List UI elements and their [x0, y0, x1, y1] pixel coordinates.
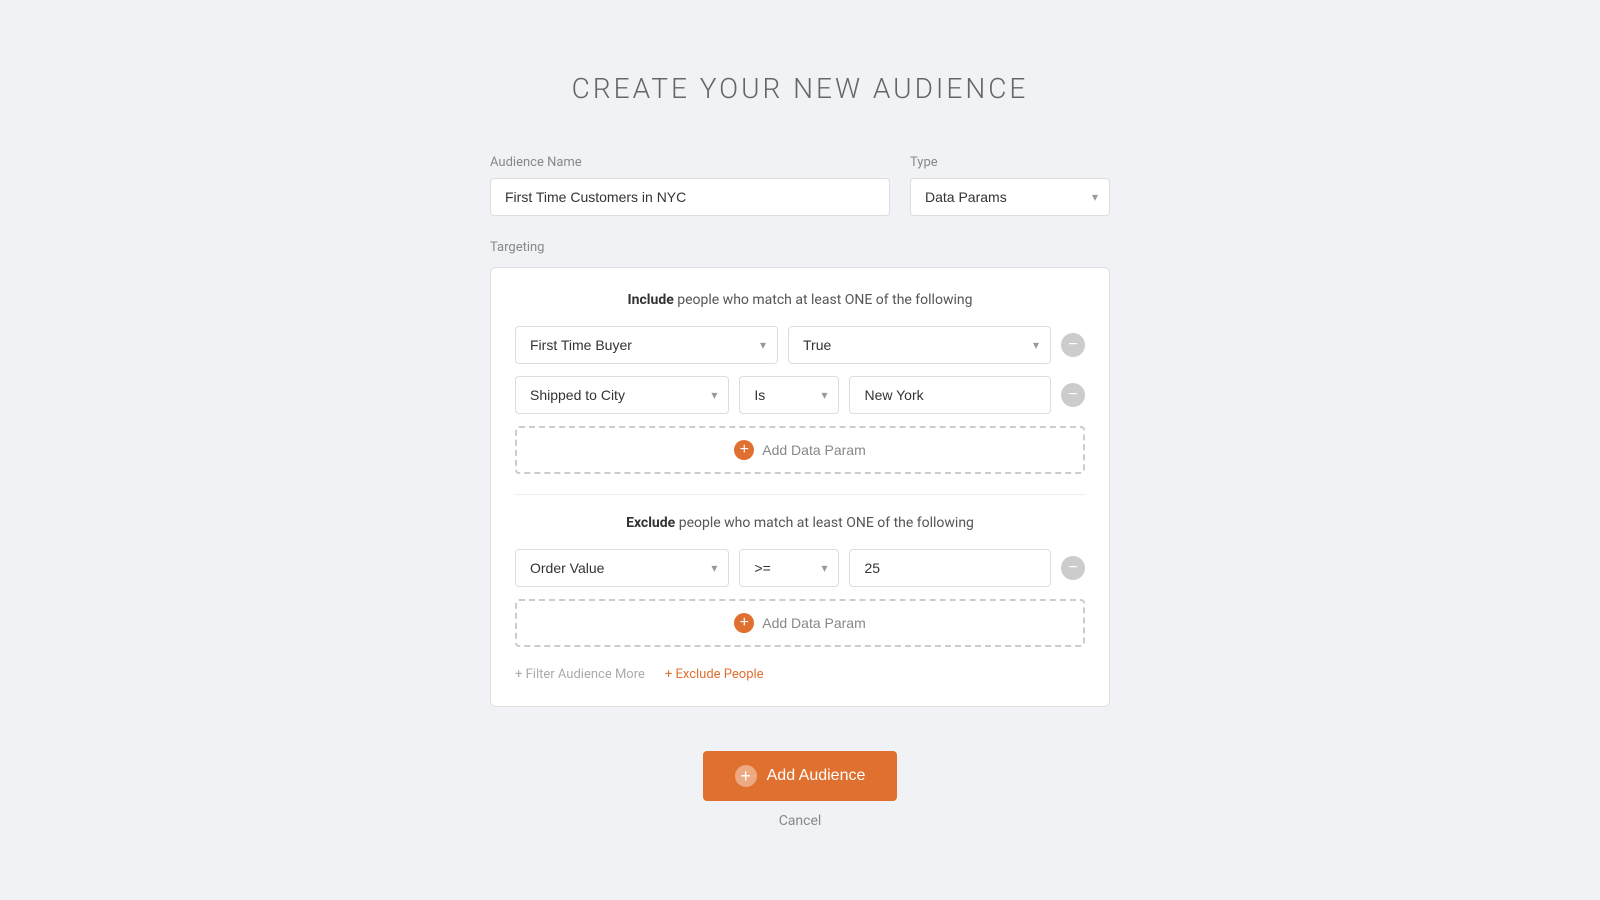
- targeting-section: Targeting Include people who match at le…: [490, 240, 1110, 707]
- exclude-people-link[interactable]: + Exclude People: [665, 667, 764, 682]
- page-container: CREATE YOUR NEW AUDIENCE Audience Name T…: [0, 12, 1600, 889]
- section-divider: [515, 494, 1085, 495]
- audience-name-label: Audience Name: [490, 155, 890, 170]
- include-row2-operator-wrapper: Is Is Not Contains ▾: [739, 376, 839, 414]
- include-row2-minus-icon: −: [1068, 387, 1077, 403]
- exclude-row1-value-input[interactable]: [849, 549, 1051, 587]
- exclude-row1-param-select[interactable]: Order Value First Time Buyer Shipped to …: [515, 549, 729, 587]
- include-row2-operator-select[interactable]: Is Is Not Contains: [739, 376, 839, 414]
- type-select[interactable]: Data Params Static List Dynamic: [910, 178, 1110, 216]
- type-label: Type: [910, 155, 1110, 170]
- name-type-row: Audience Name Type Data Params Static Li…: [490, 155, 1110, 216]
- filter-audience-more-link[interactable]: + Filter Audience More: [515, 667, 645, 682]
- form-container: Audience Name Type Data Params Static Li…: [490, 155, 1110, 829]
- type-group: Type Data Params Static List Dynamic ▾: [910, 155, 1110, 216]
- include-row2-param-select[interactable]: Shipped to City First Time Buyer Order V…: [515, 376, 729, 414]
- include-row1-operator-select[interactable]: True False: [788, 326, 1051, 364]
- include-row1-param-wrapper: First Time Buyer Shipped to City Order V…: [515, 326, 778, 364]
- include-section: Include people who match at least ONE of…: [515, 292, 1085, 474]
- include-row1-minus-icon: −: [1068, 337, 1077, 353]
- include-bold: Include: [628, 292, 674, 308]
- exclude-row-1: Order Value First Time Buyer Shipped to …: [515, 549, 1085, 587]
- include-row1-operator-wrapper: True False ▾: [788, 326, 1051, 364]
- include-row-2: Shipped to City First Time Buyer Order V…: [515, 376, 1085, 414]
- include-row2-value-input[interactable]: [849, 376, 1051, 414]
- exclude-bold: Exclude: [626, 515, 675, 531]
- cancel-link[interactable]: Cancel: [779, 813, 822, 829]
- targeting-box: Include people who match at least ONE of…: [490, 267, 1110, 707]
- include-add-param-button[interactable]: + Add Data Param: [515, 426, 1085, 474]
- add-audience-label: Add Audience: [767, 767, 866, 785]
- type-select-wrapper: Data Params Static List Dynamic ▾: [910, 178, 1110, 216]
- add-audience-button[interactable]: + Add Audience: [703, 751, 898, 801]
- include-row2-param-wrapper: Shipped to City First Time Buyer Order V…: [515, 376, 729, 414]
- exclude-header-text: people who match at least ONE of the fol…: [679, 515, 974, 531]
- audience-name-input[interactable]: [490, 178, 890, 216]
- include-row2-remove-button[interactable]: −: [1061, 383, 1085, 407]
- button-row: + Add Audience Cancel: [490, 727, 1110, 829]
- filter-links: + Filter Audience More + Exclude People: [515, 667, 1085, 682]
- exclude-header: Exclude people who match at least ONE of…: [515, 515, 1085, 531]
- exclude-add-param-plus-icon: +: [734, 613, 754, 633]
- include-add-param-label: Add Data Param: [762, 442, 866, 458]
- include-header-text: people who match at least ONE of the fol…: [677, 292, 972, 308]
- exclude-add-param-button[interactable]: + Add Data Param: [515, 599, 1085, 647]
- exclude-row1-operator-wrapper: >= <= = > < ▾: [739, 549, 839, 587]
- exclude-add-param-label: Add Data Param: [762, 615, 866, 631]
- include-row-1: First Time Buyer Shipped to City Order V…: [515, 326, 1085, 364]
- exclude-row1-param-wrapper: Order Value First Time Buyer Shipped to …: [515, 549, 729, 587]
- page-title: CREATE YOUR NEW AUDIENCE: [572, 72, 1029, 105]
- add-audience-plus-icon: +: [735, 765, 757, 787]
- include-add-param-plus-icon: +: [734, 440, 754, 460]
- exclude-row1-remove-button[interactable]: −: [1061, 556, 1085, 580]
- exclude-row1-minus-icon: −: [1068, 560, 1077, 576]
- include-row1-remove-button[interactable]: −: [1061, 333, 1085, 357]
- exclude-section: Exclude people who match at least ONE of…: [515, 515, 1085, 647]
- include-row1-param-select[interactable]: First Time Buyer Shipped to City Order V…: [515, 326, 778, 364]
- targeting-label: Targeting: [490, 240, 1110, 255]
- include-header: Include people who match at least ONE of…: [515, 292, 1085, 308]
- audience-name-group: Audience Name: [490, 155, 890, 216]
- exclude-row1-operator-select[interactable]: >= <= = > <: [739, 549, 839, 587]
